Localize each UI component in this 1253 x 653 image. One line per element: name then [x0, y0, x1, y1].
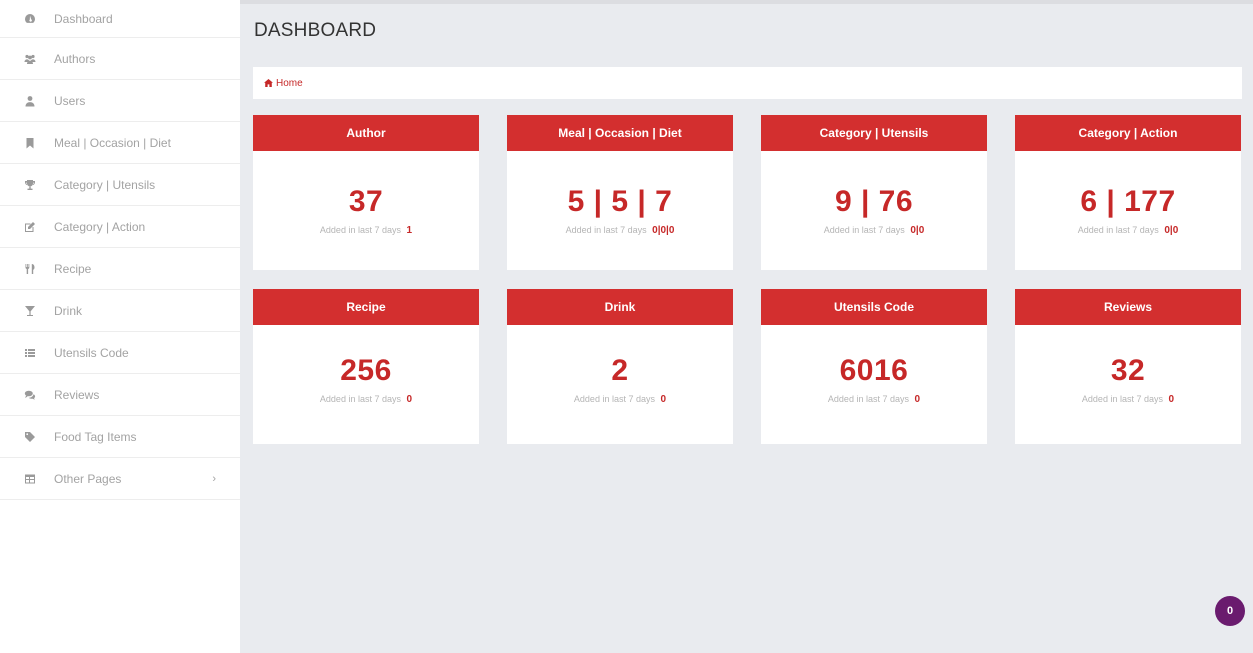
sidebar-item-reviews[interactable]: Reviews: [0, 374, 240, 416]
sidebar-item-label: Category | Utensils: [54, 177, 156, 192]
sidebar-item-dashboard[interactable]: Dashboard: [0, 0, 240, 38]
breadcrumb: Home: [253, 67, 1242, 99]
stat-card-recipe: Recipe 256 Added in last 7 days 0: [253, 289, 479, 444]
card-subtitle: Added in last 7 days 0: [253, 394, 479, 405]
sidebar-item-label: Users: [54, 93, 86, 108]
authors-icon: [22, 52, 38, 66]
card-title: Drink: [507, 289, 733, 325]
stat-card-meal-occasion-diet: Meal | Occasion | Diet 5 | 5 | 7 Added i…: [507, 115, 733, 270]
card-subtitle-text: Added in last 7 days: [827, 394, 909, 404]
list-icon: [22, 346, 38, 360]
sidebar-item-drink[interactable]: Drink: [0, 290, 240, 332]
card-subtitle: Added in last 7 days 0: [761, 394, 987, 405]
card-value: 2: [611, 354, 629, 387]
stat-card-category-action: Category | Action 6 | 177 Added in last …: [1015, 115, 1241, 270]
sidebar-item-meal-occasion-diet[interactable]: Meal | Occasion | Diet: [0, 122, 240, 164]
sidebar-item-other-pages[interactable]: Other Pages ›: [0, 458, 240, 500]
card-recent-count: 0: [914, 394, 921, 405]
card-value: 256: [340, 354, 392, 387]
card-subtitle-text: Added in last 7 days: [319, 225, 401, 235]
card-title: Reviews: [1015, 289, 1241, 325]
sidebar-item-utensils-code[interactable]: Utensils Code: [0, 332, 240, 374]
tag-icon: [22, 430, 38, 444]
dashboard-icon: [22, 12, 38, 26]
stat-card-category-utensils: Category | Utensils 9 | 76 Added in last…: [761, 115, 987, 270]
sidebar-item-label: Reviews: [54, 387, 100, 402]
card-value: 32: [1110, 354, 1146, 387]
card-value: 9 | 76: [834, 185, 914, 218]
card-subtitle: Added in last 7 days 0|0: [1015, 225, 1241, 236]
stat-card-drink: Drink 2 Added in last 7 days 0: [507, 289, 733, 444]
trophy-icon: [22, 178, 38, 192]
card-recent-count: 0|0: [910, 225, 925, 236]
card-value: 5 | 5 | 7: [567, 185, 673, 218]
sidebar-item-label: Authors: [54, 51, 96, 66]
card-value: 37: [348, 185, 384, 218]
card-subtitle-text: Added in last 7 days: [1081, 394, 1163, 404]
sidebar-item-category-action[interactable]: Category | Action: [0, 206, 240, 248]
stat-card-utensils-code: Utensils Code 6016 Added in last 7 days …: [761, 289, 987, 444]
home-icon: [264, 79, 273, 87]
card-subtitle-text: Added in last 7 days: [1077, 225, 1159, 235]
card-title: Category | Action: [1015, 115, 1241, 151]
sidebar-item-label: Meal | Occasion | Diet: [54, 135, 171, 150]
sidebar-item-label: Drink: [54, 303, 83, 318]
card-recent-count: 0: [660, 394, 667, 405]
glass-icon: [22, 304, 38, 318]
card-title: Meal | Occasion | Diet: [507, 115, 733, 151]
card-value: 6 | 177: [1080, 185, 1176, 218]
sidebar: Dashboard Authors Users Meal | Occasion …: [0, 0, 240, 653]
sidebar-item-label: Recipe: [54, 261, 92, 276]
card-subtitle-text: Added in last 7 days: [319, 394, 401, 404]
sidebar-item-authors[interactable]: Authors: [0, 38, 240, 80]
sidebar-item-label: Category | Action: [54, 219, 146, 234]
main-content: DASHBOARD Home Author 37 Added in last 7…: [240, 0, 1253, 653]
card-title: Category | Utensils: [761, 115, 987, 151]
sidebar-item-label: Dashboard: [54, 11, 113, 26]
card-value: 6016: [839, 354, 909, 387]
card-recent-count: 0|0: [1164, 225, 1179, 236]
edit-icon: [22, 220, 38, 234]
card-recent-count: 1: [406, 225, 413, 236]
card-subtitle: Added in last 7 days 0: [507, 394, 733, 405]
cutlery-icon: [22, 262, 38, 276]
card-recent-count: 0|0|0: [652, 225, 675, 236]
comments-icon: [22, 388, 38, 402]
sidebar-item-users[interactable]: Users: [0, 80, 240, 122]
table-icon: [22, 472, 38, 486]
sidebar-item-food-tag-items[interactable]: Food Tag Items: [0, 416, 240, 458]
user-icon: [22, 94, 38, 108]
card-subtitle-text: Added in last 7 days: [565, 225, 647, 235]
card-subtitle: Added in last 7 days 0: [1015, 394, 1241, 405]
card-title: Author: [253, 115, 479, 151]
sidebar-item-category-utensils[interactable]: Category | Utensils: [0, 164, 240, 206]
sidebar-item-label: Other Pages: [54, 471, 122, 486]
card-subtitle: Added in last 7 days 1: [253, 225, 479, 236]
stat-card-author: Author 37 Added in last 7 days 1: [253, 115, 479, 270]
card-subtitle-text: Added in last 7 days: [573, 394, 655, 404]
card-title: Recipe: [253, 289, 479, 325]
sidebar-item-recipe[interactable]: Recipe: [0, 248, 240, 290]
page-title: DASHBOARD: [254, 20, 377, 41]
card-title: Utensils Code: [761, 289, 987, 325]
card-subtitle: Added in last 7 days 0|0|0: [507, 225, 733, 236]
bookmark-icon: [22, 136, 38, 150]
card-recent-count: 0: [1168, 394, 1175, 405]
chevron-right-icon: ›: [212, 472, 216, 485]
notification-badge[interactable]: 0: [1215, 596, 1245, 626]
breadcrumb-home-link[interactable]: Home: [276, 78, 303, 89]
sidebar-item-label: Food Tag Items: [54, 429, 137, 444]
card-recent-count: 0: [406, 394, 413, 405]
card-subtitle: Added in last 7 days 0|0: [761, 225, 987, 236]
card-subtitle-text: Added in last 7 days: [823, 225, 905, 235]
stat-card-reviews: Reviews 32 Added in last 7 days 0: [1015, 289, 1241, 444]
sidebar-item-label: Utensils Code: [54, 345, 129, 360]
